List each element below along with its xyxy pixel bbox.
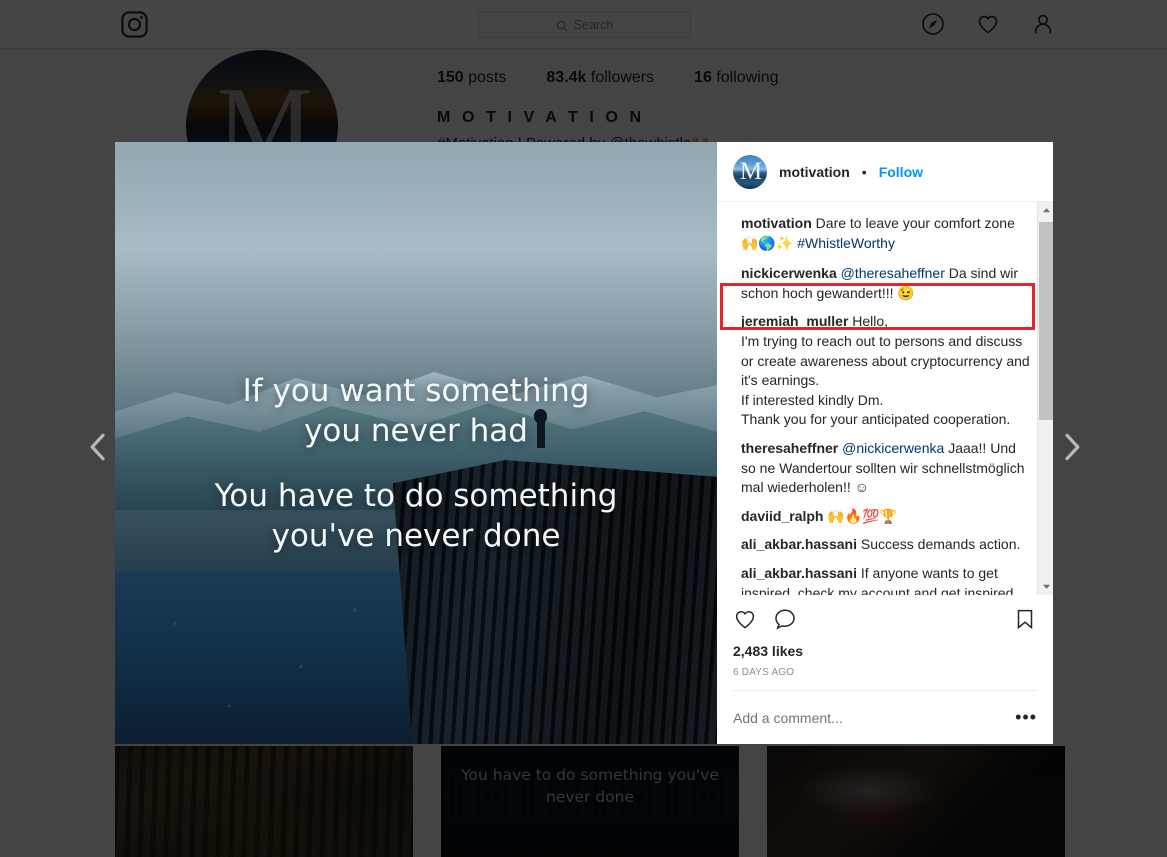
comment-text: Success demands action. [860, 536, 1021, 553]
author-avatar-monogram: M [739, 157, 762, 185]
water-layer [115, 572, 415, 744]
comment-username[interactable]: ali_akbar.hassani [741, 565, 857, 581]
author-username[interactable]: motivation [779, 164, 850, 180]
caption-text: Dare to leave your comfort zone [815, 215, 1015, 231]
comment-item: daviid_ralph 🙌🔥💯🏆 [741, 507, 1031, 527]
bookmark-icon[interactable] [1013, 607, 1037, 631]
add-comment-input[interactable] [733, 709, 983, 726]
next-post-arrow[interactable] [1052, 427, 1092, 467]
instagram-page: Search [0, 0, 1167, 857]
comment-username[interactable]: jeremiah_muller [741, 313, 848, 329]
comment-text: 🙌🔥💯🏆 [827, 507, 898, 524]
more-options-button[interactable]: ••• [1015, 708, 1037, 726]
comment-username[interactable]: daviid_ralph [741, 508, 823, 524]
comment-item: ali_akbar.hassani If anyone wants to get… [741, 564, 1031, 595]
quote-line-3: You have to do something [214, 478, 618, 515]
follow-button[interactable]: Follow [879, 164, 923, 180]
comment-item: ali_akbar.hassani Success demands action… [741, 535, 1031, 555]
post-modal: If you want something you never had You … [115, 142, 1053, 744]
comment-item: theresaheffner @nickicerwenka Jaaa!! Und… [741, 439, 1031, 498]
comment-item: nickicerwenka @theresaheffner Da sind wi… [741, 264, 1031, 303]
comment-username[interactable]: theresaheffner [741, 440, 838, 456]
quote-line-1: If you want something [242, 373, 590, 409]
header-separator: • [861, 163, 867, 180]
caption-username[interactable]: motivation [741, 215, 812, 231]
comments-scrollbar[interactable] [1037, 202, 1053, 595]
post-sidebar: M motivation • Follow motivation Dare to… [717, 142, 1053, 744]
caption-emoji: 🙌🌎✨ [741, 234, 794, 251]
post-quote-overlay: If you want something you never had You … [115, 372, 717, 557]
comment-item: jeremiah_muller Hello, I'm trying to rea… [741, 312, 1031, 430]
scroll-up-arrow-icon[interactable] [1038, 202, 1053, 219]
post-author-header: M motivation • Follow [717, 142, 1053, 202]
comments-scroll-region[interactable]: motivation Dare to leave your comfort zo… [717, 202, 1053, 595]
post-timestamp: 6 DAYS AGO [733, 667, 795, 678]
quote-line-2: you never had [304, 412, 528, 449]
post-action-bar [717, 595, 1053, 643]
previous-post-arrow[interactable] [78, 427, 118, 467]
comment-text: Hello, I'm trying to reach out to person… [741, 313, 1030, 428]
comment-bubble-icon[interactable] [773, 607, 797, 631]
scrollbar-thumb[interactable] [1039, 222, 1053, 420]
comment-username[interactable]: nickicerwenka [741, 265, 837, 281]
scroll-down-arrow-icon[interactable] [1038, 578, 1053, 595]
caption-hashtag[interactable]: #WhistleWorthy [797, 235, 895, 251]
comment-mention[interactable]: @theresaheffner [841, 265, 945, 281]
heart-icon[interactable] [733, 607, 757, 631]
add-comment-bar: ••• [733, 690, 1037, 744]
author-avatar[interactable]: M [733, 154, 767, 189]
quote-line-4: you've never done [271, 518, 561, 555]
post-caption: motivation Dare to leave your comfort zo… [741, 214, 1031, 253]
comment-username[interactable]: ali_akbar.hassani [741, 536, 857, 552]
post-image[interactable]: If you want something you never had You … [115, 142, 717, 744]
comment-mention[interactable]: @nickicerwenka [842, 440, 944, 456]
comments-list: motivation Dare to leave your comfort zo… [717, 202, 1037, 595]
likes-count[interactable]: 2,483 likes [717, 643, 1053, 659]
